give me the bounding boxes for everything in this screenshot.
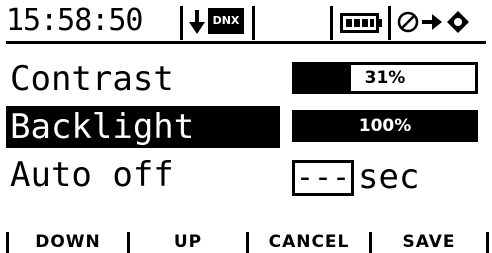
backlight-value: 100% [358,116,412,136]
battery-icon [340,13,382,33]
status-separator [388,6,391,40]
status-separator [330,6,333,40]
status-bar: 15:58:50 DNX [0,0,492,46]
setting-label-auto-off[interactable]: Auto off [6,154,174,196]
shield-icon [447,11,469,33]
arrow-down-icon [189,10,205,34]
timer-icon [397,11,419,33]
arrow-right-icon [422,14,442,30]
softkey-down[interactable]: DOWN [9,232,127,253]
auto-off-unit: sec [358,157,420,197]
auto-off-value-field[interactable]: --- [292,160,354,196]
softkey-separator [486,232,489,253]
clock-time: 15:58:50 [6,3,143,38]
status-divider [6,41,486,44]
softkey-cancel[interactable]: CANCEL [249,232,369,253]
softkey-save[interactable]: SAVE [372,232,486,253]
status-separator [252,6,255,40]
setting-label-contrast[interactable]: Contrast [6,58,174,100]
softkey-up[interactable]: UP [130,232,246,253]
contrast-value: 31% [364,68,406,88]
softkey-bar: DOWN UP CANCEL SAVE [0,232,492,253]
backlight-level-bar[interactable]: 100% [292,110,478,142]
setting-label-backlight[interactable]: Backlight [6,106,280,148]
lcd-screen: 15:58:50 DNX Contrast 31% Backlight 100%… [0,0,492,253]
contrast-level-bar[interactable]: 31% [292,62,478,94]
receiver-badge: DNX [208,8,244,34]
status-separator [180,6,183,40]
